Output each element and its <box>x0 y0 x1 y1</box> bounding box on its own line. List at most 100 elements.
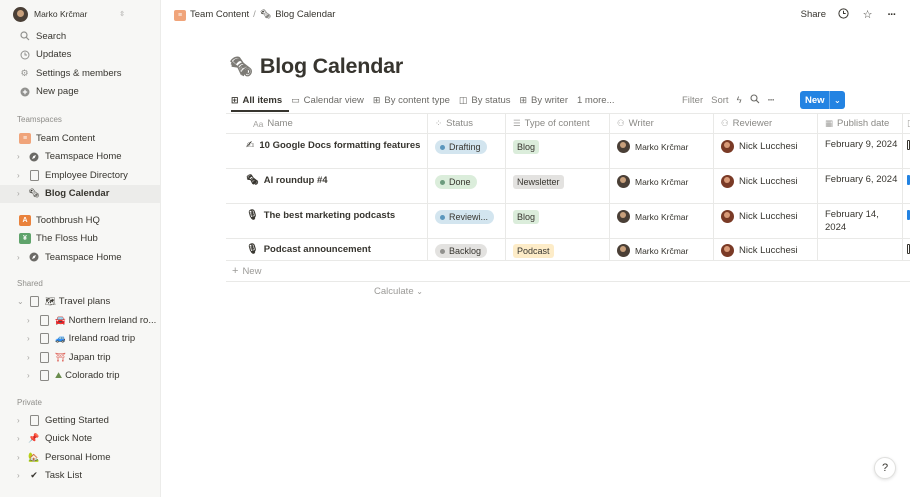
chevron-right-icon[interactable]: › <box>17 189 26 198</box>
cell-publish-date[interactable]: February 14, 2024 <box>818 204 903 238</box>
cell-type[interactable]: Blog <box>506 134 610 168</box>
row-title: AI roundup #4 <box>263 175 328 186</box>
cell-writer[interactable]: Marko Krčmar <box>610 204 714 238</box>
sidebar-item-blog-calendar[interactable]: › 🗞 Blog Calendar <box>0 184 160 203</box>
sidebar-item-colorado-trip[interactable]: › ⛰ Colorado trip <box>0 367 160 386</box>
page-title-text[interactable]: Blog Calendar <box>260 54 403 79</box>
more-icon[interactable]: ··· <box>885 9 898 21</box>
sidebar-item-teamspace-home[interactable]: › Teamspace Home <box>0 148 160 167</box>
sidebar-item-northern-ireland[interactable]: › 🚘 Northern Ireland ro... <box>0 311 160 330</box>
cell-publish-date[interactable] <box>818 239 903 260</box>
sidebar-item-team-content[interactable]: ≡ Team Content <box>0 129 160 148</box>
reviewer-name: Nick Lucchesi <box>739 211 798 222</box>
tab-by-writer[interactable]: ⊞ By writer <box>520 95 569 106</box>
cell-writer[interactable]: Marko Krčmar <box>610 169 714 203</box>
cell-reviewer[interactable]: Nick Lucchesi <box>714 134 818 168</box>
chevron-right-icon[interactable]: › <box>27 371 36 380</box>
search-icon[interactable] <box>750 93 760 107</box>
add-row-button[interactable]: + New <box>226 261 910 282</box>
chevron-right-icon[interactable]: › <box>27 334 36 343</box>
chevron-right-icon[interactable]: › <box>17 453 26 462</box>
tab-by-status[interactable]: ◫ By status <box>459 95 511 106</box>
sidebar-item-quick-note[interactable]: › 📌 Quick Note <box>0 430 160 449</box>
lightning-icon[interactable]: ϟ <box>737 95 742 106</box>
cell-writer[interactable]: Marko Krčmar <box>610 134 714 168</box>
cell-reviewer[interactable]: Nick Lucchesi <box>714 239 818 260</box>
sidebar-item-personal-home[interactable]: › 🏡 Personal Home <box>0 448 160 467</box>
cell-type[interactable]: Podcast <box>506 239 610 260</box>
chevron-right-icon[interactable]: › <box>17 253 26 262</box>
cell-status[interactable]: Reviewi... <box>428 204 506 238</box>
sidebar-item-label: Northern Ireland ro... <box>68 314 157 326</box>
chevron-down-icon[interactable]: ⌄ <box>17 297 26 306</box>
chevron-right-icon[interactable]: › <box>27 316 36 325</box>
cell-reviewer[interactable]: Nick Lucchesi <box>714 169 818 203</box>
row-title: 10 Google Docs formatting features <box>259 140 421 151</box>
sidebar-new-page[interactable]: New page <box>0 83 160 102</box>
cell-publish-date[interactable]: February 9, 2024 <box>818 134 903 168</box>
sidebar-item-ireland-road-trip[interactable]: › 🚙 Ireland road trip <box>0 330 160 349</box>
sidebar-item-task-list[interactable]: › ✔ Task List <box>0 467 160 486</box>
workspace-switcher[interactable]: Marko Krčmar ⇳ <box>0 1 160 27</box>
tab-calendar-view[interactable]: ▭ Calendar view <box>291 95 364 106</box>
more-icon[interactable]: ··· <box>768 95 775 106</box>
cell-status[interactable]: Backlog <box>428 239 506 260</box>
share-button[interactable]: Share <box>801 9 826 20</box>
sidebar-item-getting-started[interactable]: › Getting Started <box>0 411 160 430</box>
cell-status[interactable]: Drafting <box>428 134 506 168</box>
sidebar-settings[interactable]: ⚙ Settings & members <box>0 64 160 83</box>
table-row[interactable]: 🎙 Podcast announcement Backlog Podcast M… <box>226 239 910 261</box>
breadcrumb-parent[interactable]: Team Content <box>190 9 249 20</box>
calculate-button[interactable]: Calculate ⌄ <box>374 286 423 297</box>
cell-type[interactable]: Newsletter <box>506 169 610 203</box>
sort-button[interactable]: Sort <box>711 95 728 106</box>
cell-name[interactable]: 🗞 AI roundup #4 <box>226 169 428 203</box>
tab-by-content-type[interactable]: ⊞ By content type <box>373 95 450 106</box>
column-header-reviewer[interactable]: ⚇ Reviewer <box>714 114 818 133</box>
table-row[interactable]: 🎙 The best marketing podcasts Reviewi...… <box>226 204 910 239</box>
chevron-right-icon[interactable]: › <box>17 152 26 161</box>
sidebar-updates[interactable]: Updates <box>0 46 160 65</box>
table-row[interactable]: ✍ 10 Google Docs formatting features Dra… <box>226 134 910 169</box>
cell-type[interactable]: Blog <box>506 204 610 238</box>
status-badge: Backlog <box>435 244 488 258</box>
chevron-right-icon[interactable]: › <box>17 434 26 443</box>
chevron-right-icon[interactable]: › <box>17 416 26 425</box>
clock-icon[interactable] <box>837 7 850 22</box>
chevron-right-icon[interactable]: › <box>27 353 36 362</box>
cell-reviewer[interactable]: Nick Lucchesi <box>714 204 818 238</box>
column-header-publish-date[interactable]: ▦ Publish date <box>818 114 903 133</box>
cell-publish-date[interactable]: February 6, 2024 <box>818 169 903 203</box>
filter-button[interactable]: Filter <box>682 95 703 106</box>
tab-label: Calendar view <box>303 94 364 106</box>
sidebar-search[interactable]: Search <box>0 27 160 46</box>
chevron-right-icon[interactable]: › <box>17 471 26 480</box>
breadcrumb-current[interactable]: Blog Calendar <box>275 9 335 20</box>
sidebar-item-employee-directory[interactable]: › Employee Directory <box>0 166 160 185</box>
publish-date: February 14, 2024 <box>825 209 879 233</box>
chevron-right-icon[interactable]: › <box>17 171 26 180</box>
sidebar-item-travel-plans[interactable]: ⌄ 🗺 Travel plans <box>0 293 160 312</box>
column-header-type[interactable]: ☰ Type of content <box>506 114 610 133</box>
cell-name[interactable]: 🎙 The best marketing podcasts <box>226 204 428 238</box>
sidebar-item-teamspace-home-2[interactable]: › Teamspace Home <box>0 248 160 267</box>
star-icon[interactable]: ☆ <box>861 8 874 21</box>
tab-more-views[interactable]: 1 more... <box>577 95 615 106</box>
new-button[interactable]: New ⌄ <box>800 91 845 109</box>
cell-name[interactable]: 🎙 Podcast announcement <box>226 239 428 260</box>
sidebar-item-floss-hub[interactable]: ¥ The Floss Hub <box>0 230 160 249</box>
cell-name[interactable]: ✍ 10 Google Docs formatting features <box>226 134 428 168</box>
cell-writer[interactable]: Marko Krčmar <box>610 239 714 260</box>
cell-status[interactable]: Done <box>428 169 506 203</box>
tab-all-items[interactable]: ⊞ All items <box>231 95 282 106</box>
sidebar-item-japan-trip[interactable]: › ⛩ Japan trip <box>0 348 160 367</box>
sidebar-item-toothbrush-hq[interactable]: A Toothbrush HQ <box>0 211 160 230</box>
table-row[interactable]: 🗞 AI roundup #4 Done Newsletter Marko Kr… <box>226 169 910 204</box>
chevron-down-icon[interactable]: ⌄ <box>829 91 841 109</box>
column-header-overflow[interactable]: ▯ <box>903 114 910 133</box>
column-header-status[interactable]: ⁘ Status <box>428 114 506 133</box>
plus-icon: + <box>232 265 239 277</box>
column-header-writer[interactable]: ⚇ Writer <box>610 114 714 133</box>
column-header-name[interactable]: Aa Name <box>226 114 428 133</box>
help-button[interactable]: ? <box>874 457 896 479</box>
